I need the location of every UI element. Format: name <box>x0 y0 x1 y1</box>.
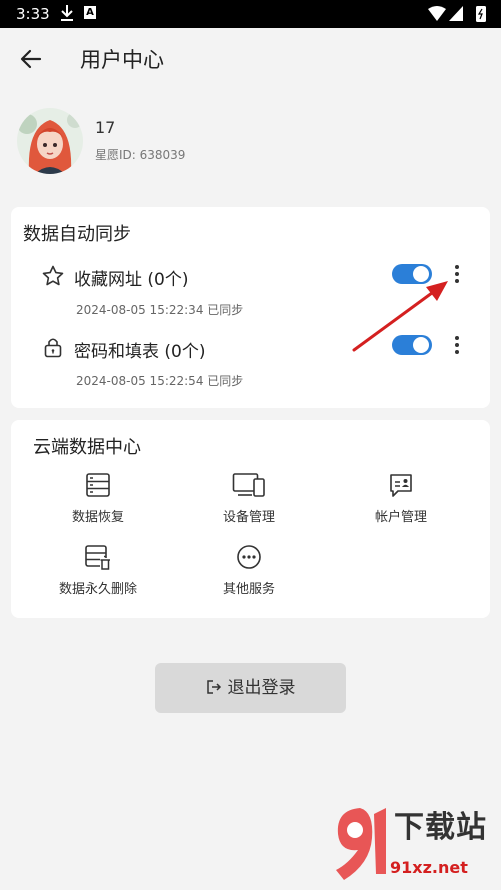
back-arrow-icon[interactable] <box>18 46 44 72</box>
more-services-icon <box>237 545 261 569</box>
account-manage-button[interactable]: 帐户管理 <box>341 472 461 525</box>
system-status-icons <box>428 6 486 22</box>
other-services-label: 其他服务 <box>222 582 275 597</box>
avatar[interactable] <box>17 108 83 174</box>
logout-icon <box>206 679 221 694</box>
other-services-button[interactable]: 其他服务 <box>189 544 309 597</box>
watermark: 下载站 91xz.net <box>330 800 501 890</box>
annotation-arrow-icon <box>352 281 448 352</box>
user-name: 17 <box>95 118 116 137</box>
logout-label: 退出登录 <box>227 678 296 698</box>
data-restore-label: 数据恢复 <box>71 510 124 525</box>
star-id: 星愿ID: 638039 <box>95 148 186 162</box>
data-delete-button[interactable]: 数据永久删除 <box>38 544 158 597</box>
watermark-logo-icon <box>336 808 386 880</box>
auto-sync-title: 数据自动同步 <box>23 224 131 245</box>
data-delete-label: 数据永久删除 <box>58 582 137 597</box>
app-notification-icon: A <box>84 6 96 19</box>
logout-button[interactable]: 退出登录 <box>155 663 346 713</box>
watermark-url: 91xz.net <box>390 858 468 877</box>
page-title: 用户中心 <box>80 48 164 72</box>
password-sync-time: 2024-08-05 15:22:54 已同步 <box>76 374 244 388</box>
account-manage-icon <box>390 474 412 497</box>
account-manage-label: 帐户管理 <box>374 510 427 525</box>
password-sync-label: 密码和填表 (0个) <box>74 342 206 362</box>
cloud-data-title: 云端数据中心 <box>33 437 141 458</box>
star-icon <box>42 265 64 286</box>
favorites-sync-label: 收藏网址 (0个) <box>74 270 189 290</box>
watermark-title: 下载站 <box>394 810 487 845</box>
data-restore-button[interactable]: 数据恢复 <box>38 472 158 525</box>
status-bar: 3:33 A <box>0 0 501 28</box>
data-delete-icon <box>85 545 110 570</box>
device-manage-label: 设备管理 <box>222 510 275 525</box>
download-icon <box>61 5 73 21</box>
device-manage-button[interactable]: 设备管理 <box>189 472 309 525</box>
data-restore-icon <box>86 473 110 497</box>
devices-icon <box>232 473 265 497</box>
status-time: 3:33 <box>16 5 50 23</box>
favorites-sync-time: 2024-08-05 15:22:34 已同步 <box>76 303 244 317</box>
cloud-data-card: 云端数据中心 数据恢复 设备管理 帐户管理 数据永久删除 其他服务 <box>11 420 490 618</box>
lock-icon <box>44 338 62 358</box>
